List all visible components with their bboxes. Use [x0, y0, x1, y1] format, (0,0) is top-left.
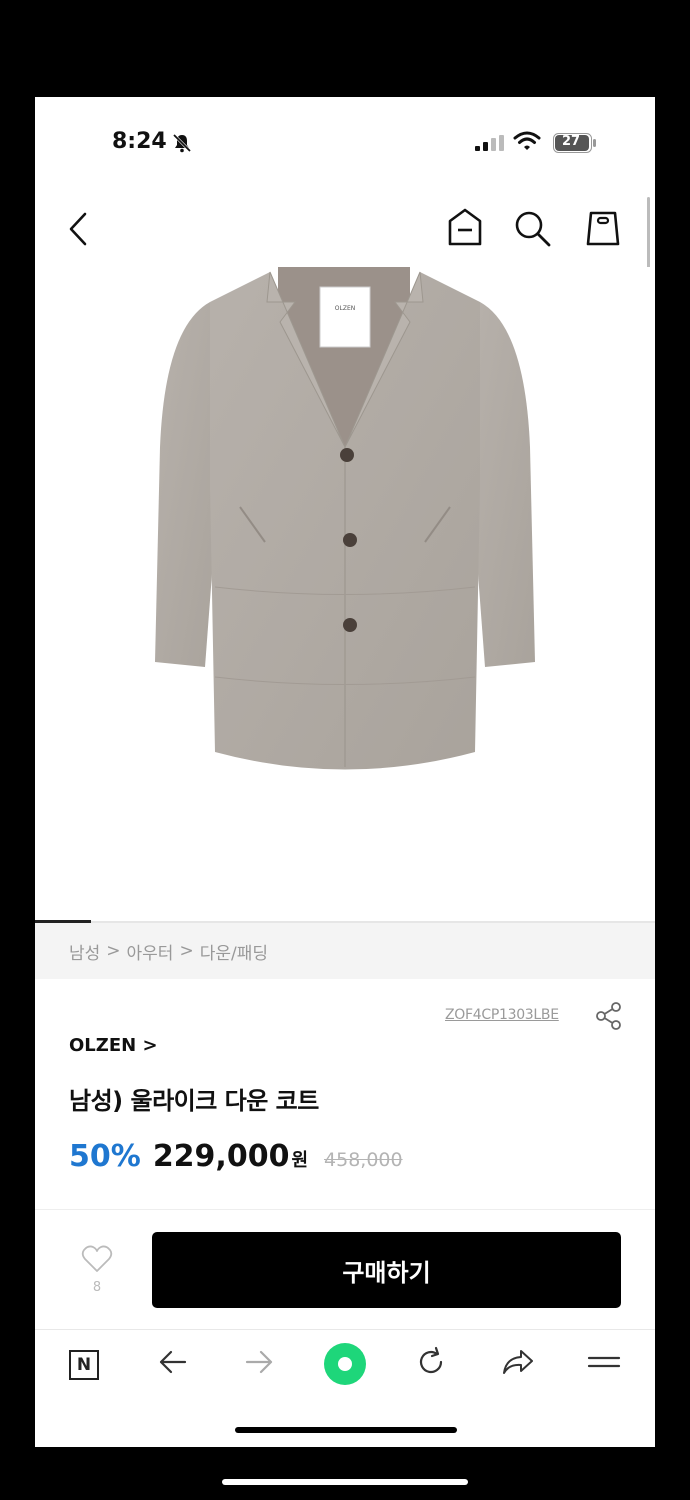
n-logo-icon[interactable]: N [69, 1350, 99, 1380]
coat-illustration: OLZEN [155, 267, 535, 770]
purchase-action-bar: 8 구매하기 [35, 1209, 655, 1330]
breadcrumb-item-outer[interactable]: 아우터 [127, 939, 174, 964]
search-icon[interactable] [513, 209, 553, 249]
phone-screen: 8:24 27 OLZEN 남성 > 아우터 > 다운/패딩 ZOF4CP130… [35, 97, 655, 1447]
share-icon[interactable] [595, 1001, 623, 1031]
price-row: 50% 229,000 원 458,000 [69, 1139, 403, 1174]
battery-level: 27 [561, 134, 581, 149]
back-chevron-icon[interactable] [65, 211, 91, 247]
refresh-icon[interactable] [415, 1346, 447, 1378]
buy-button[interactable]: 구매하기 [152, 1232, 621, 1308]
breadcrumb-item-men[interactable]: 남성 [69, 939, 100, 964]
breadcrumb: 남성 > 아우터 > 다운/패딩 [35, 923, 655, 979]
battery-icon: 27 [553, 133, 597, 157]
arrow-left-icon[interactable] [157, 1346, 189, 1378]
green-dot-icon[interactable] [323, 1342, 367, 1386]
original-price: 458,000 [324, 1149, 403, 1171]
shopping-bag-icon[interactable] [585, 207, 621, 247]
home-indicator[interactable] [235, 1427, 457, 1433]
product-title: 남성) 울라이크 다운 코트 [69, 1087, 319, 1115]
product-sku[interactable]: ZOF4CP1303LBE [445, 1007, 559, 1023]
like-count: 8 [92, 1280, 102, 1295]
brand-link[interactable]: OLZEN > [69, 1035, 158, 1056]
signal-icon [475, 135, 504, 151]
n-logo-label: N [76, 1355, 92, 1375]
status-time: 8:24 [112, 129, 167, 154]
product-image[interactable]: OLZEN [35, 267, 655, 917]
heart-icon[interactable] [81, 1244, 113, 1274]
discount-rate: 50% [69, 1139, 141, 1174]
share-arrow-icon[interactable] [501, 1346, 535, 1378]
home-icon[interactable] [447, 207, 483, 247]
menu-icon[interactable] [587, 1346, 621, 1378]
currency-unit: 원 [291, 1150, 309, 1171]
coat-tag-label: OLZEN [335, 305, 355, 312]
wifi-icon [513, 131, 541, 150]
breadcrumb-separator: > [179, 941, 194, 961]
muted-bell-icon [172, 133, 192, 153]
outer-home-indicator [222, 1479, 468, 1485]
arrow-right-icon[interactable] [243, 1346, 275, 1378]
breadcrumb-item-down-padding[interactable]: 다운/패딩 [200, 939, 268, 964]
breadcrumb-separator: > [106, 941, 121, 961]
sale-price: 229,000 [152, 1139, 290, 1174]
